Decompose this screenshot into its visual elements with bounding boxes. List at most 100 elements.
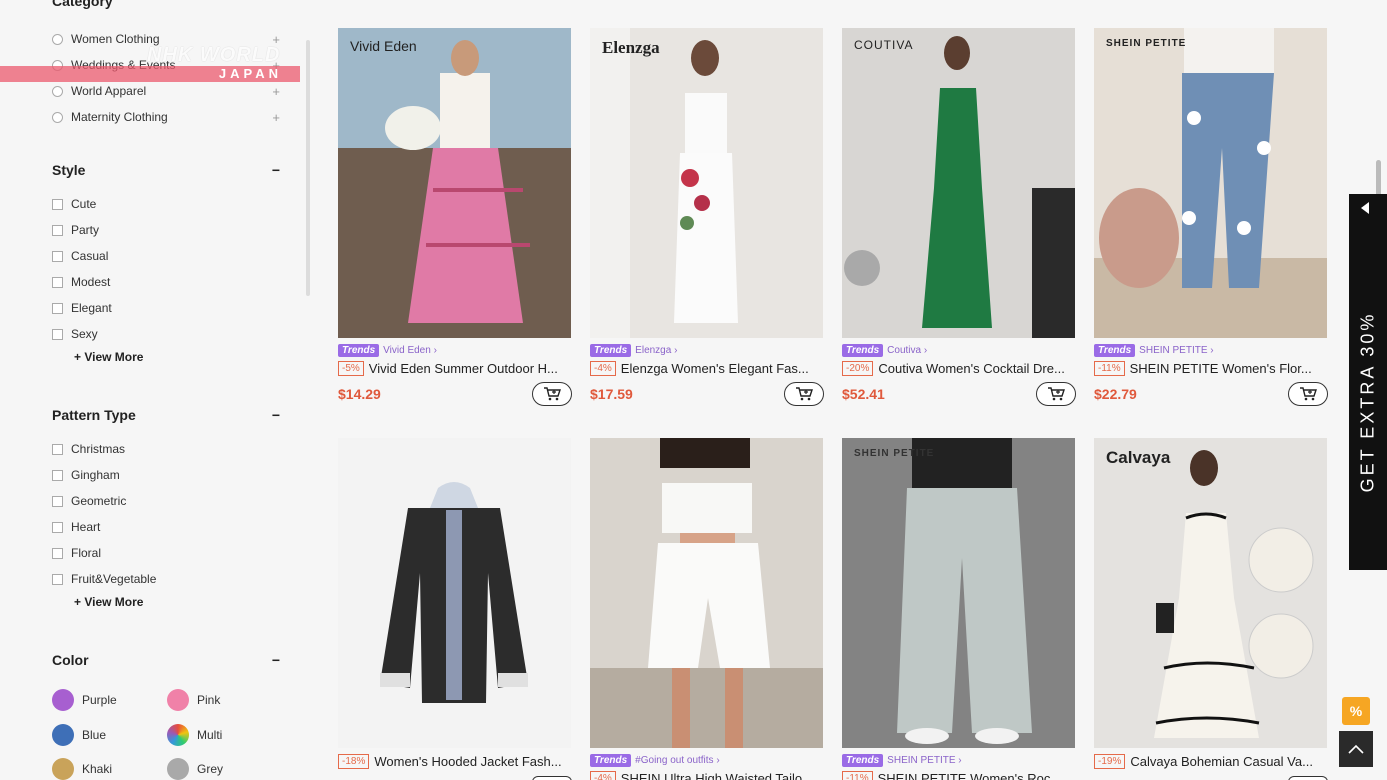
color-option-grey[interactable]: Grey <box>167 758 223 780</box>
chevron-up-icon <box>1348 744 1364 754</box>
color-swatch <box>167 689 189 711</box>
color-option-khaki[interactable]: Khaki <box>52 758 112 780</box>
pattern-filter-title[interactable]: Pattern Type − <box>52 407 280 423</box>
store-link[interactable]: #Going out outfits › <box>635 755 720 766</box>
add-to-cart-button[interactable] <box>784 382 824 406</box>
product-title[interactable]: Vivid Eden Summer Outdoor H... <box>369 361 558 376</box>
product-price: $17.59 <box>590 386 633 402</box>
discount-badge: -5% <box>338 361 364 376</box>
discount-badge: -4% <box>590 361 616 376</box>
discount-badge: -4% <box>590 771 616 780</box>
add-to-cart-button[interactable] <box>532 382 572 406</box>
expand-icon[interactable]: + <box>272 110 280 125</box>
trends-badge: Trends <box>590 344 632 357</box>
category-maternity-clothing[interactable]: Maternity Clothing + <box>52 110 280 125</box>
style-option-modest[interactable]: Modest <box>52 275 110 289</box>
color-swatch <box>167 724 189 746</box>
product-title[interactable]: Elenzga Women's Elegant Fas... <box>621 361 809 376</box>
style-option-cute[interactable]: Cute <box>52 197 96 211</box>
product-price: $22.79 <box>1094 386 1137 402</box>
brand-watermark: Elenzga <box>602 38 660 57</box>
product-title[interactable]: Calvaya Bohemian Casual Va... <box>1130 754 1313 769</box>
product-image[interactable]: SHEIN PETITE <box>1094 28 1327 338</box>
trends-badge: Trends <box>842 754 884 767</box>
checkbox-icon <box>52 573 63 585</box>
cart-icon <box>1048 387 1065 401</box>
page-scrollbar[interactable] <box>1376 160 1381 198</box>
color-swatch <box>52 724 74 746</box>
cart-icon <box>1300 387 1317 401</box>
promo-text: GET EXTRA 30% <box>1357 311 1378 493</box>
discount-badge: -20% <box>842 361 874 376</box>
sidebar-scrollbar[interactable] <box>306 40 310 296</box>
add-to-cart-button[interactable] <box>1288 382 1328 406</box>
back-to-top-button[interactable] <box>1339 731 1373 767</box>
color-option-multi[interactable]: Multi <box>167 724 222 746</box>
filter-sidebar: Category Women Clothing + Weddings & Even… <box>0 0 312 780</box>
checkbox-icon <box>52 250 63 262</box>
add-to-cart-button[interactable] <box>1036 382 1076 406</box>
product-image[interactable]: SHEIN PETITE <box>842 438 1075 748</box>
style-filter-title[interactable]: Style − <box>52 162 280 178</box>
product-image[interactable] <box>590 438 823 748</box>
get-extra-promo-tab[interactable]: GET EXTRA 30% <box>1349 194 1387 570</box>
color-swatch <box>52 758 74 780</box>
color-swatch <box>52 689 74 711</box>
style-option-sexy[interactable]: Sexy <box>52 327 98 341</box>
color-option-blue[interactable]: Blue <box>52 724 106 746</box>
cart-icon <box>544 387 561 401</box>
product-title[interactable]: SHEIN Ultra High Waisted Tailo... <box>621 771 813 780</box>
product-image[interactable]: Elenzga <box>590 28 823 338</box>
color-option-pink[interactable]: Pink <box>167 689 220 711</box>
discount-badge: -11% <box>1094 361 1125 376</box>
style-option-party[interactable]: Party <box>52 223 99 237</box>
pattern-view-more-link[interactable]: + View More <box>74 595 143 609</box>
product-title[interactable]: Women's Hooded Jacket Fash... <box>374 754 561 769</box>
brand-watermark: SHEIN PETITE <box>854 448 935 459</box>
pattern-option-geometric[interactable]: Geometric <box>52 494 126 508</box>
trends-badge: Trends <box>842 344 884 357</box>
product-title[interactable]: SHEIN PETITE Women's Flor... <box>1130 361 1312 376</box>
add-to-cart-button[interactable] <box>1288 776 1328 780</box>
discount-badge: -19% <box>1094 754 1126 769</box>
expand-icon[interactable]: + <box>272 84 280 99</box>
pattern-option-christmas[interactable]: Christmas <box>52 442 125 456</box>
checkbox-icon <box>52 328 63 340</box>
store-link[interactable]: Elenzga › <box>635 345 677 356</box>
brand-watermark: COUTIVA <box>854 38 914 52</box>
checkbox-icon <box>52 276 63 288</box>
product-image[interactable]: Calvaya <box>1094 438 1327 748</box>
trends-badge: Trends <box>590 754 632 767</box>
style-option-casual[interactable]: Casual <box>52 249 108 263</box>
color-option-purple[interactable]: Purple <box>52 689 117 711</box>
collapse-icon[interactable]: − <box>272 652 280 668</box>
checkbox-icon <box>52 198 63 210</box>
store-link[interactable]: SHEIN PETITE › <box>1139 345 1213 356</box>
checkbox-icon <box>52 224 63 236</box>
style-option-elegant[interactable]: Elegant <box>52 301 112 315</box>
checkbox-icon <box>52 469 63 481</box>
pattern-option-gingham[interactable]: Gingham <box>52 468 120 482</box>
pattern-option-heart[interactable]: Heart <box>52 520 100 534</box>
category-world-apparel[interactable]: World Apparel + <box>52 84 280 99</box>
color-filter-title[interactable]: Color − <box>52 652 280 668</box>
product-title[interactable]: SHEIN PETITE Women's Roc... <box>878 771 1062 780</box>
nhk-logo-bar: JAPAN <box>0 66 300 82</box>
product-image[interactable]: COUTIVA <box>842 28 1075 338</box>
product-title[interactable]: Coutiva Women's Cocktail Dre... <box>878 361 1064 376</box>
product-image[interactable]: Vivid Eden <box>338 28 571 338</box>
pattern-option-fruit-vegetable[interactable]: Fruit&Vegetable <box>52 572 156 586</box>
add-to-cart-button[interactable] <box>532 776 572 780</box>
store-link[interactable]: Coutiva › <box>887 345 927 356</box>
style-view-more-link[interactable]: + View More <box>74 350 143 364</box>
brand-watermark: SHEIN PETITE <box>1106 38 1187 49</box>
store-link[interactable]: Vivid Eden › <box>383 345 437 356</box>
pattern-option-floral[interactable]: Floral <box>52 546 101 560</box>
collapse-icon[interactable]: − <box>272 162 280 178</box>
product-image[interactable] <box>338 438 571 748</box>
store-link[interactable]: SHEIN PETITE › <box>887 755 961 766</box>
product-price: $52.41 <box>842 386 885 402</box>
coupon-icon[interactable]: % <box>1342 697 1370 725</box>
collapse-icon[interactable]: − <box>272 407 280 423</box>
collapse-arrow-icon[interactable] <box>1361 202 1369 214</box>
